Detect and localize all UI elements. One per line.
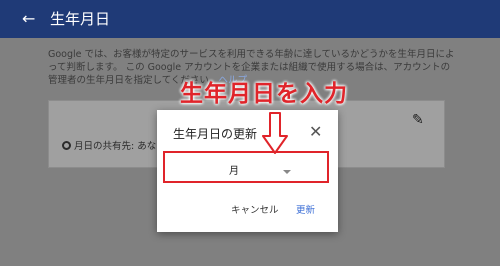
- annotation-arrow-icon: [262, 112, 288, 154]
- share-icon: [62, 141, 71, 150]
- share-row: 月日の共有先: あな: [62, 140, 156, 153]
- app-bar: ← 生年月日: [0, 0, 500, 38]
- update-button[interactable]: 更新: [296, 204, 315, 218]
- close-icon[interactable]: ✕: [309, 123, 322, 141]
- cancel-button[interactable]: キャンセル: [231, 204, 279, 218]
- pencil-icon[interactable]: ✎: [412, 112, 424, 128]
- share-text: 月日の共有先: あな: [74, 141, 157, 152]
- page-title: 生年月日: [50, 10, 111, 28]
- annotation-text: 生年月日を入力: [180, 81, 348, 107]
- dialog-title: 生年月日の更新: [173, 127, 258, 141]
- arrow-left-icon[interactable]: ←: [22, 9, 35, 29]
- annotation-highlight-box: [163, 151, 329, 183]
